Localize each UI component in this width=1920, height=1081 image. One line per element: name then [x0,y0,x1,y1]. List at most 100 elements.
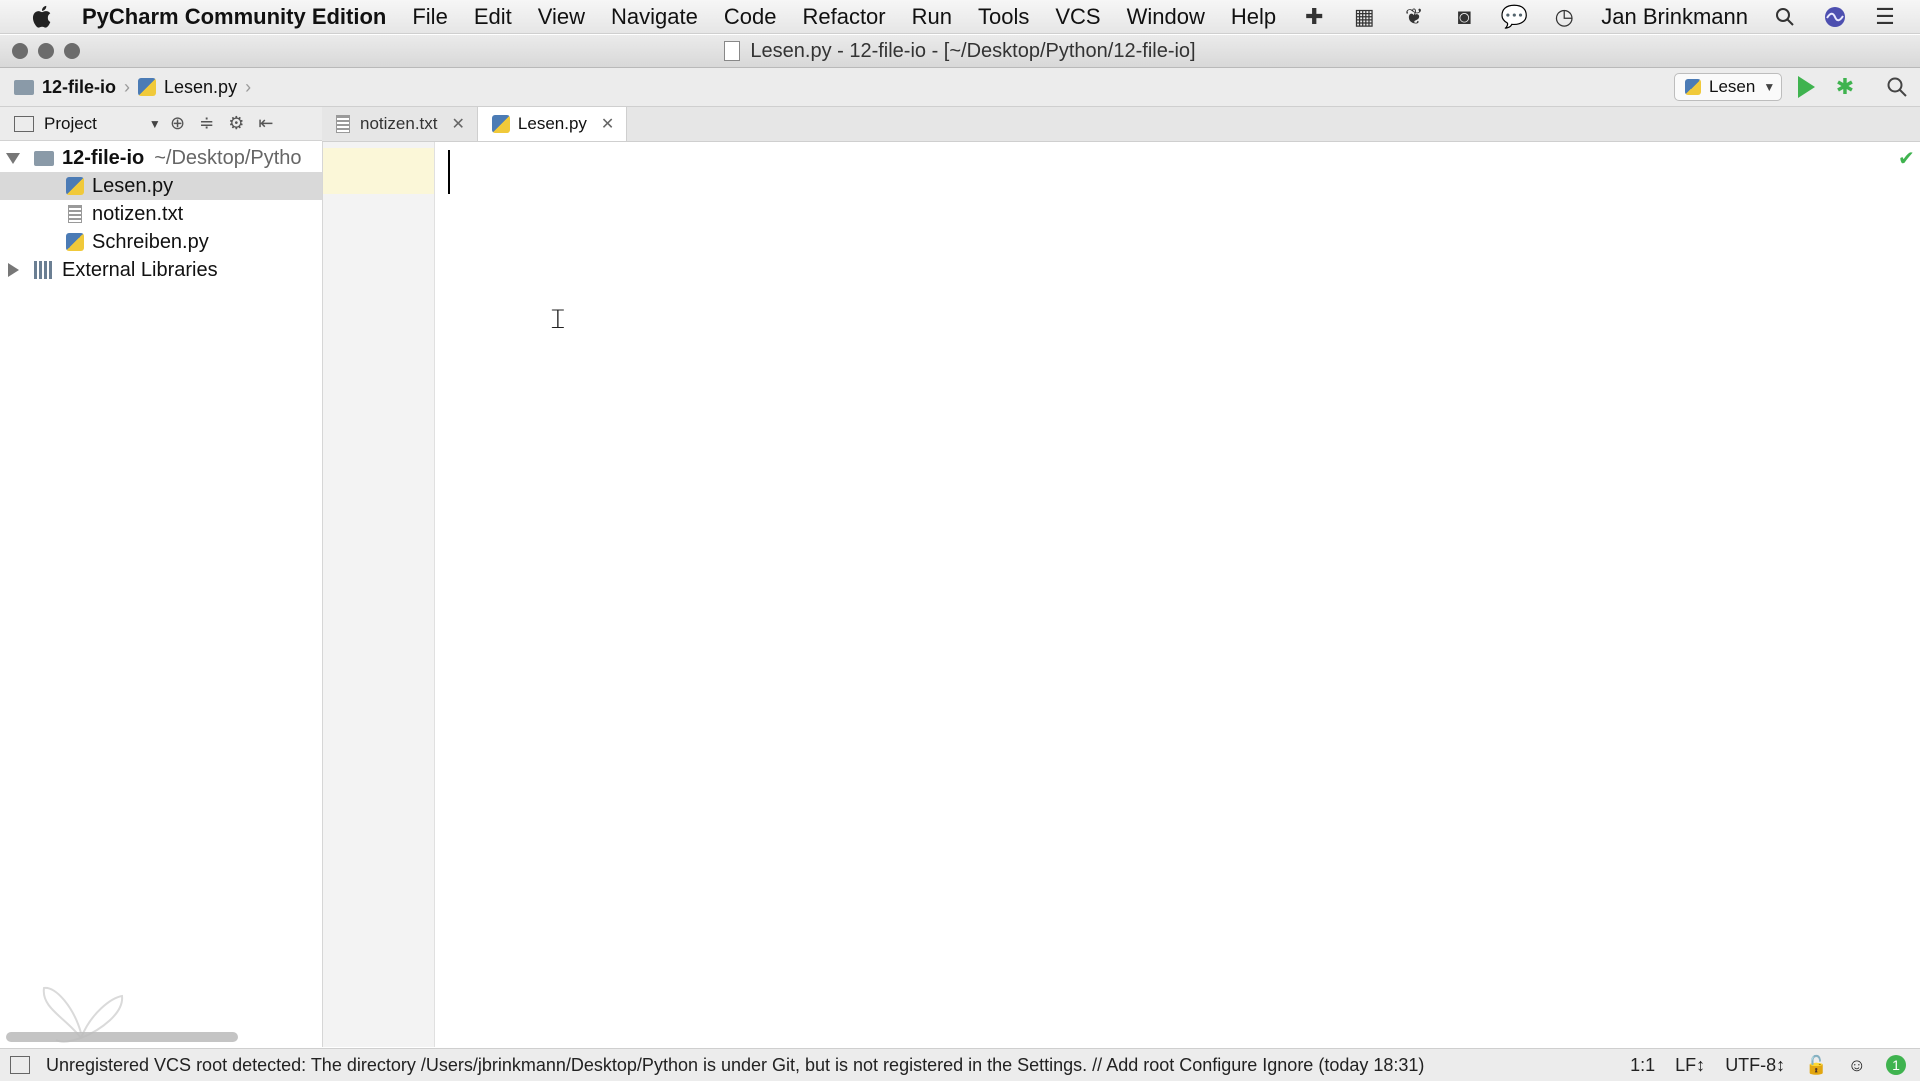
menu-view[interactable]: View [538,4,585,30]
folder-icon [14,79,34,95]
spotlight-search-icon[interactable] [1772,4,1798,30]
menu-edit[interactable]: Edit [474,4,512,30]
status-bar: Unregistered VCS root detected: The dire… [0,1048,1920,1081]
menu-vcs[interactable]: VCS [1055,4,1100,30]
run-icon[interactable] [1798,76,1815,98]
breadcrumb-file[interactable]: Lesen.py › [138,77,259,98]
gear-icon[interactable]: ⚙ [228,113,244,134]
scroll-from-source-icon[interactable]: ⊕ [170,113,185,134]
leaf-icon[interactable]: ❦ [1401,4,1427,30]
event-log-badge[interactable]: 1 [1886,1055,1906,1075]
plugin-icon[interactable]: ✚ [1301,4,1327,30]
tree-item-label: External Libraries [62,258,218,281]
python-file-icon [1685,79,1701,95]
apple-icon[interactable] [30,4,56,30]
tree-root-name: 12-file-io [62,146,145,169]
siri-icon[interactable] [1822,4,1848,30]
debug-icon[interactable]: ✱ [1834,76,1856,98]
chevron-down-icon[interactable]: ▼ [149,117,161,131]
python-file-icon [66,177,84,195]
inspection-ok-icon[interactable]: ✔ [1898,146,1915,171]
window-title: Lesen.py - 12-file-io - [~/Desktop/Pytho… [750,39,1196,62]
time-machine-icon[interactable]: ◷ [1551,4,1577,30]
status-message[interactable]: Unregistered VCS root detected: The dire… [46,1055,1424,1076]
navigation-bar: 12-file-io › Lesen.py › Lesen ▼ ✱ [0,68,1920,107]
inspector-icon[interactable]: ☺ [1848,1055,1866,1076]
close-icon[interactable]: ✕ [452,114,465,134]
zoom-window-button[interactable] [64,43,80,59]
text-file-icon [336,115,350,133]
chat-icon[interactable]: 💬 [1501,4,1528,30]
tree-item-schreiben-py[interactable]: Schreiben.py [0,228,322,256]
folder-icon [34,150,54,166]
project-toolwindow-header: Project ▼ ⊕ ≑ ⚙ ⇤ [0,107,322,141]
tab-label: notizen.txt [360,114,438,133]
editor-tabs: notizen.txt ✕ Lesen.py ✕ [322,107,1920,142]
menu-file[interactable]: File [412,4,447,30]
text-file-icon [68,205,82,223]
butterfly-watermark-icon [42,986,124,1043]
project-toolbar: ⊕ ≑ ⚙ ⇤ [170,113,273,134]
run-configuration-select[interactable]: Lesen ▼ [1674,73,1782,101]
toolwindow-toggle-icon[interactable] [10,1056,30,1074]
tree-item-label: Lesen.py [92,174,174,197]
project-view-label[interactable]: Project [44,114,97,134]
tree-root[interactable]: 12-file-io ~/Desktop/Pytho [0,144,322,172]
menu-help[interactable]: Help [1231,4,1276,30]
library-icon [34,261,54,279]
chevron-right-icon: › [245,76,252,97]
breadcrumb-label: Lesen.py [164,76,238,97]
tree-item-lesen-py[interactable]: Lesen.py [0,172,322,200]
expand-arrow-icon[interactable] [6,153,20,164]
tab-label: Lesen.py [517,114,587,133]
text-caret [448,150,450,194]
tab-lesen-py[interactable]: Lesen.py ✕ [477,107,628,141]
menu-run[interactable]: Run [912,4,952,30]
python-file-icon [491,115,510,133]
menu-code[interactable]: Code [724,4,777,30]
line-separator[interactable]: LF↕ [1675,1055,1705,1076]
python-file-icon [66,233,84,251]
file-encoding[interactable]: UTF-8↕ [1725,1055,1785,1076]
project-tree: 12-file-io ~/Desktop/Pytho Lesen.py noti… [0,142,323,1047]
close-window-button[interactable] [12,43,28,59]
macos-menubar: PyCharm Community Edition File Edit View… [0,0,1920,34]
camera-icon[interactable]: ◙ [1451,4,1477,30]
run-configuration-label: Lesen [1709,77,1756,96]
menu-refactor[interactable]: Refactor [802,4,885,30]
project-view-icon [14,115,34,132]
search-icon[interactable] [1886,76,1908,98]
window-controls [12,43,80,59]
hide-panel-icon[interactable]: ⇤ [258,113,273,134]
calendar-icon[interactable]: ▦ [1351,4,1377,30]
close-icon[interactable]: ✕ [601,114,614,134]
collapse-all-icon[interactable]: ≑ [199,113,214,134]
chevron-down-icon: ▼ [1763,80,1776,94]
current-line-highlight [323,148,434,194]
menu-window[interactable]: Window [1127,4,1205,30]
window-titlebar: Lesen.py - 12-file-io - [~/Desktop/Pytho… [0,35,1920,68]
menu-navigate[interactable]: Navigate [611,4,698,30]
app-name[interactable]: PyCharm Community Edition [82,4,386,30]
collapsed-arrow-icon[interactable] [8,263,19,277]
tab-notizen-txt[interactable]: notizen.txt ✕ [322,107,478,141]
code-editor[interactable] [435,142,1920,1047]
minimize-window-button[interactable] [38,43,54,59]
notification-center-icon[interactable]: ☰ [1872,4,1898,30]
editor-gutter [323,142,435,1047]
python-file-icon [138,78,157,96]
breadcrumb-label: 12-file-io [42,76,117,97]
menu-tools[interactable]: Tools [978,4,1029,30]
tree-root-path: ~/Desktop/Pytho [154,146,302,169]
user-name[interactable]: Jan Brinkmann [1601,4,1748,30]
ibeam-cursor-icon: 𝙸 [548,302,568,335]
tree-item-notizen-txt[interactable]: notizen.txt [0,200,322,228]
caret-position[interactable]: 1:1 [1630,1055,1655,1076]
lock-icon[interactable]: 🔓 [1805,1055,1827,1076]
tree-item-external-libraries[interactable]: External Libraries [0,256,322,284]
chevron-right-icon: › [124,76,131,97]
breadcrumb-project[interactable]: 12-file-io › [14,77,138,98]
tree-item-label: notizen.txt [92,202,184,225]
menubar-tray: ✚ ▦ ❦ ◙ 💬 ◷ Jan Brinkmann ☰ [1301,0,1898,34]
file-icon [724,41,741,61]
